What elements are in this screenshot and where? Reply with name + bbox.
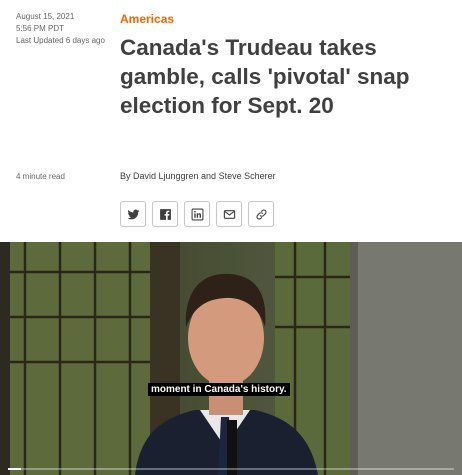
last-updated: Last Updated 6 days ago bbox=[16, 36, 105, 45]
email-icon bbox=[223, 209, 235, 219]
twitter-icon bbox=[127, 209, 139, 219]
publish-time: 5:56 PM PDT bbox=[16, 24, 65, 33]
read-time: 4 minute read bbox=[16, 172, 65, 181]
video-player[interactable]: moment in Canada's history. bbox=[0, 242, 462, 475]
facebook-icon bbox=[159, 208, 171, 220]
article-headline: Canada's Trudeau takes gamble, calls 'pi… bbox=[120, 35, 410, 118]
video-progress-fill bbox=[8, 468, 22, 470]
video-caption: moment in Canada's history. bbox=[148, 383, 290, 396]
share-facebook-button[interactable] bbox=[152, 201, 178, 227]
share-twitter-button[interactable] bbox=[120, 201, 146, 227]
video-frame-image bbox=[0, 242, 462, 475]
byline: By David Ljunggren and Steve Scherer bbox=[120, 171, 276, 181]
linkedin-icon bbox=[191, 208, 203, 220]
category-link[interactable]: Americas bbox=[120, 12, 174, 26]
video-progress-bar[interactable] bbox=[8, 468, 454, 470]
share-linkedin-button[interactable] bbox=[184, 201, 210, 227]
link-icon bbox=[255, 208, 267, 220]
article-meta: August 15, 2021 5:56 PM PDT Last Updated… bbox=[16, 11, 108, 47]
publish-date: August 15, 2021 bbox=[16, 12, 75, 21]
share-email-button[interactable] bbox=[216, 201, 242, 227]
copy-link-button[interactable] bbox=[248, 201, 274, 227]
share-toolbar bbox=[120, 201, 274, 227]
